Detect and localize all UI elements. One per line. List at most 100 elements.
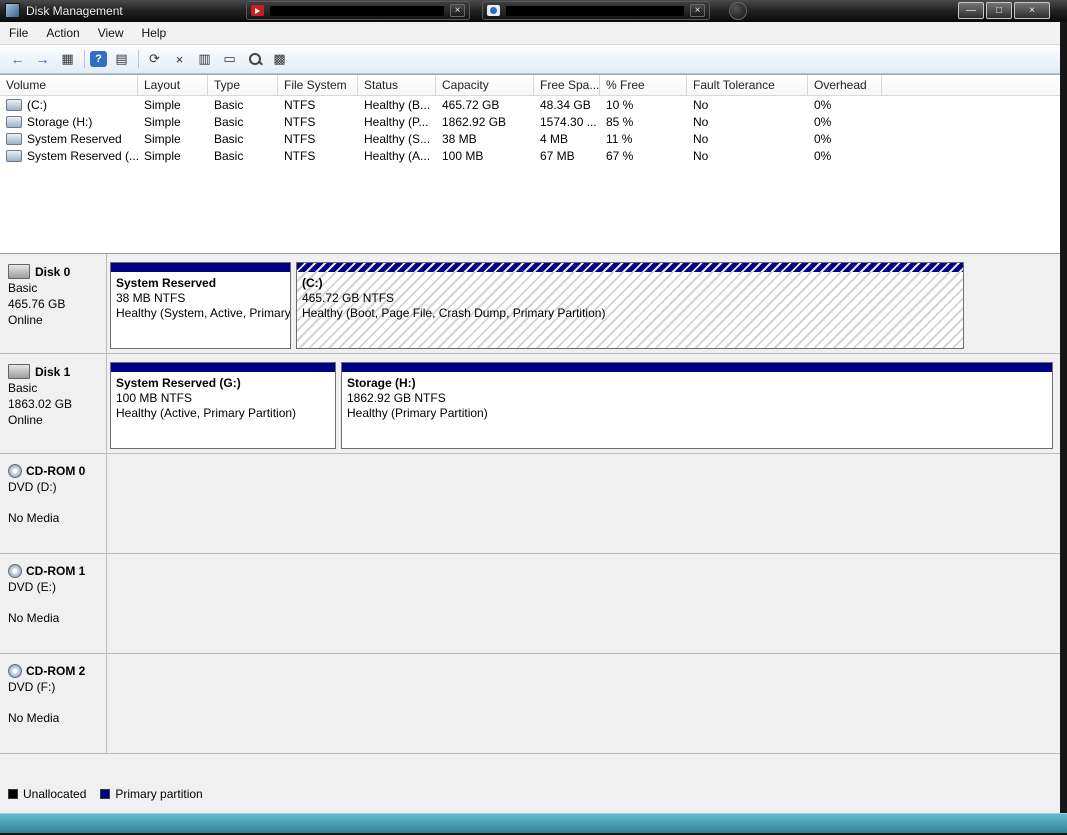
disk-size: 1863.02 GB	[8, 398, 106, 411]
cdrom-name: CD-ROM 0	[26, 464, 85, 478]
volume-faulttolerance: No	[687, 148, 808, 164]
properties-icon[interactable]: ▥	[194, 49, 215, 69]
partition-detail: 1862.92 GB NTFS	[347, 391, 1047, 406]
column-header-layout[interactable]: Layout	[138, 75, 208, 95]
volume-pctfree: 85 %	[600, 114, 687, 130]
open-folder-icon[interactable]: ▭	[219, 49, 240, 69]
volume-faulttolerance: No	[687, 97, 808, 113]
cdrom2-panel[interactable]: CD-ROM 2 DVD (F:) No Media	[0, 654, 107, 753]
column-header-faulttolerance[interactable]: Fault Tolerance	[687, 75, 808, 95]
background-orb-button[interactable]	[729, 2, 747, 20]
delete-volume-icon[interactable]: ×	[169, 49, 190, 69]
volume-layout: Simple	[138, 131, 208, 147]
taskbar-strip[interactable]	[0, 813, 1067, 833]
column-header-pctfree[interactable]: % Free	[600, 75, 687, 95]
background-window-2[interactable]: ×	[482, 1, 710, 20]
cdrom-drive: DVD (E:)	[8, 581, 106, 594]
menu-action[interactable]: Action	[37, 23, 88, 43]
close-icon[interactable]: ×	[690, 4, 705, 17]
help-icon[interactable]: ?	[90, 51, 107, 67]
volume-row-system-reserved[interactable]: System Reserved Simple Basic NTFS Health…	[0, 130, 1060, 147]
menu-bar: File Action View Help	[0, 22, 1060, 45]
disk1-panel[interactable]: Disk 1 Basic 1863.02 GB Online	[0, 354, 107, 453]
close-icon[interactable]: ×	[450, 4, 465, 17]
volume-capacity: 465.72 GB	[436, 97, 534, 113]
disk-kind: Basic	[8, 382, 106, 395]
column-header-freespace[interactable]: Free Spa...	[534, 75, 600, 95]
volume-filesystem: NTFS	[278, 131, 358, 147]
volume-row-c[interactable]: (C:) Simple Basic NTFS Healthy (B... 465…	[0, 96, 1060, 113]
drive-icon	[6, 99, 22, 111]
background-window-1[interactable]: ×	[246, 1, 470, 20]
menu-view[interactable]: View	[89, 23, 133, 43]
maximize-button[interactable]: □	[986, 2, 1012, 19]
partition-title: System Reserved (G:)	[116, 376, 330, 391]
volume-row-storage[interactable]: Storage (H:) Simple Basic NTFS Healthy (…	[0, 113, 1060, 130]
partition-system-reserved[interactable]: System Reserved 38 MB NTFS Healthy (Syst…	[110, 262, 291, 349]
column-header-overhead[interactable]: Overhead	[808, 75, 882, 95]
partition-c[interactable]: (C:) 465.72 GB NTFS Healthy (Boot, Page …	[296, 262, 964, 349]
column-header-capacity[interactable]: Capacity	[436, 75, 534, 95]
disk-name: Disk 1	[35, 365, 70, 379]
partition-status: Healthy (System, Active, Primary	[116, 306, 285, 321]
minimize-button[interactable]: —	[958, 2, 984, 19]
menu-file[interactable]: File	[0, 23, 37, 43]
column-header-status[interactable]: Status	[358, 75, 436, 95]
volume-overhead: 0%	[808, 97, 882, 113]
volume-capacity: 100 MB	[436, 148, 534, 164]
cdrom0-panel[interactable]: CD-ROM 0 DVD (D:) No Media	[0, 454, 107, 553]
volume-pctfree: 11 %	[600, 131, 687, 147]
options-icon[interactable]: ▩	[269, 49, 290, 69]
disk1-row: Disk 1 Basic 1863.02 GB Online System Re…	[0, 354, 1060, 454]
cdrom-media: No Media	[8, 712, 106, 725]
partition-storage-h[interactable]: Storage (H:) 1862.92 GB NTFS Healthy (Pr…	[341, 362, 1053, 449]
cdrom0-row: CD-ROM 0 DVD (D:) No Media	[0, 454, 1060, 554]
close-button[interactable]: ×	[1014, 2, 1050, 19]
legend: Unallocated Primary partition	[8, 787, 217, 801]
disk-status: Online	[8, 314, 106, 327]
volume-name: Storage (H:)	[27, 115, 92, 129]
refresh-icon[interactable]: ⟳	[144, 49, 165, 69]
cd-icon	[8, 664, 22, 678]
volume-overhead: 0%	[808, 114, 882, 130]
disk-size: 465.76 GB	[8, 298, 106, 311]
volume-layout: Simple	[138, 148, 208, 164]
legend-label: Unallocated	[23, 787, 86, 801]
column-header-filesystem[interactable]: File System	[278, 75, 358, 95]
volume-name: System Reserved	[27, 132, 122, 146]
volume-status: Healthy (B...	[358, 97, 436, 113]
disk-icon	[8, 264, 30, 279]
volume-status: Healthy (A...	[358, 148, 436, 164]
disk0-panel[interactable]: Disk 0 Basic 465.76 GB Online	[0, 254, 107, 353]
primary-partition-bar	[342, 363, 1052, 372]
volume-pctfree: 10 %	[600, 97, 687, 113]
volume-free: 4 MB	[534, 131, 600, 147]
column-header-volume[interactable]: Volume	[0, 75, 138, 95]
cd-icon	[8, 564, 22, 578]
volume-name: (C:)	[27, 98, 47, 112]
title-bar[interactable]: Disk Management × × — □ ×	[0, 0, 1067, 22]
back-icon[interactable]: ←	[7, 49, 28, 69]
window-title: Disk Management	[26, 4, 123, 18]
forward-icon[interactable]: →	[32, 49, 53, 69]
menu-help[interactable]: Help	[133, 23, 176, 43]
export-list-icon[interactable]: ▤	[111, 49, 132, 69]
partition-system-reserved-g[interactable]: System Reserved (G:) 100 MB NTFS Healthy…	[110, 362, 336, 449]
unallocated-swatch	[8, 789, 18, 799]
toolbar-separator	[84, 50, 85, 68]
primary-partition-bar	[111, 363, 335, 372]
search-icon[interactable]	[244, 49, 265, 69]
show-console-tree-icon[interactable]: ▦	[57, 49, 78, 69]
volume-row-system-reserved-g[interactable]: System Reserved (... Simple Basic NTFS H…	[0, 147, 1060, 164]
volume-type: Basic	[208, 131, 278, 147]
volume-type: Basic	[208, 114, 278, 130]
volume-faulttolerance: No	[687, 114, 808, 130]
volume-list-header: Volume Layout Type File System Status Ca…	[0, 75, 1060, 96]
volume-list: Volume Layout Type File System Status Ca…	[0, 74, 1060, 254]
partition-status: Healthy (Active, Primary Partition)	[116, 406, 330, 421]
cdrom1-panel[interactable]: CD-ROM 1 DVD (E:) No Media	[0, 554, 107, 653]
column-header-type[interactable]: Type	[208, 75, 278, 95]
volume-status: Healthy (P...	[358, 114, 436, 130]
toolbar: ← → ▦ ? ▤ ⟳ × ▥ ▭ ▩	[0, 45, 1060, 74]
partition-status: Healthy (Primary Partition)	[347, 406, 1047, 421]
